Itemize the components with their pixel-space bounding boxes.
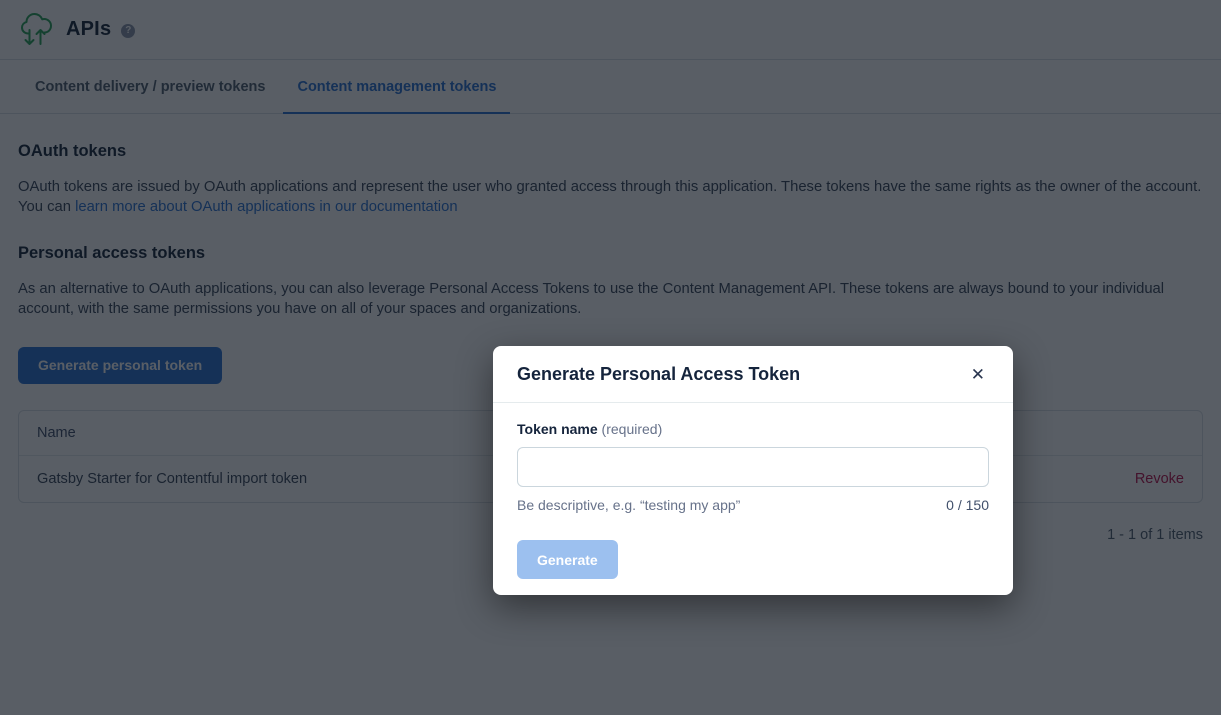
token-name-label-text: Token name <box>517 421 598 437</box>
helper-row: Be descriptive, e.g. “testing my app” 0 … <box>517 497 989 513</box>
token-name-label: Token name (required) <box>517 421 989 437</box>
modal-header: Generate Personal Access Token ✕ <box>493 346 1013 403</box>
token-name-helper-text: Be descriptive, e.g. “testing my app” <box>517 497 740 513</box>
close-icon[interactable]: ✕ <box>967 362 989 387</box>
generate-token-modal: Generate Personal Access Token ✕ Token n… <box>493 346 1013 595</box>
token-name-required-hint: (required) <box>598 421 663 437</box>
generate-button[interactable]: Generate <box>517 540 618 579</box>
modal-title: Generate Personal Access Token <box>517 364 800 385</box>
modal-body: Token name (required) Be descriptive, e.… <box>493 403 1013 595</box>
character-counter: 0 / 150 <box>946 497 989 513</box>
token-name-input[interactable] <box>517 447 989 487</box>
